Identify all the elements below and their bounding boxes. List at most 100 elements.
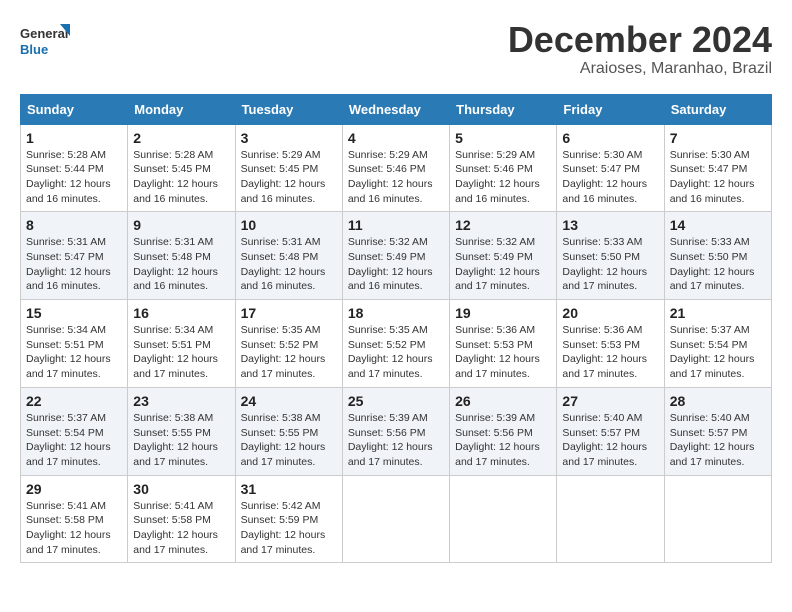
day-info: Sunrise: 5:35 AM Sunset: 5:52 PM Dayligh… <box>348 323 444 382</box>
day-number: 12 <box>455 217 551 233</box>
day-info: Sunrise: 5:39 AM Sunset: 5:56 PM Dayligh… <box>348 411 444 470</box>
day-number: 9 <box>133 217 229 233</box>
day-info: Sunrise: 5:37 AM Sunset: 5:54 PM Dayligh… <box>26 411 122 470</box>
calendar-cell: 2 Sunrise: 5:28 AM Sunset: 5:45 PM Dayli… <box>128 124 235 212</box>
calendar-cell <box>342 475 449 563</box>
calendar-cell: 18 Sunrise: 5:35 AM Sunset: 5:52 PM Dayl… <box>342 300 449 388</box>
day-info: Sunrise: 5:37 AM Sunset: 5:54 PM Dayligh… <box>670 323 766 382</box>
calendar-cell: 30 Sunrise: 5:41 AM Sunset: 5:58 PM Dayl… <box>128 475 235 563</box>
day-number: 31 <box>241 481 337 497</box>
day-number: 26 <box>455 393 551 409</box>
calendar-cell: 19 Sunrise: 5:36 AM Sunset: 5:53 PM Dayl… <box>450 300 557 388</box>
day-number: 21 <box>670 305 766 321</box>
title-block: December 2024 Araioses, Maranhao, Brazil <box>508 20 772 78</box>
day-info: Sunrise: 5:33 AM Sunset: 5:50 PM Dayligh… <box>670 235 766 294</box>
calendar-cell: 3 Sunrise: 5:29 AM Sunset: 5:45 PM Dayli… <box>235 124 342 212</box>
day-info: Sunrise: 5:32 AM Sunset: 5:49 PM Dayligh… <box>348 235 444 294</box>
calendar-cell: 9 Sunrise: 5:31 AM Sunset: 5:48 PM Dayli… <box>128 212 235 300</box>
svg-text:General: General <box>20 26 68 41</box>
day-number: 20 <box>562 305 658 321</box>
day-info: Sunrise: 5:28 AM Sunset: 5:44 PM Dayligh… <box>26 148 122 207</box>
calendar-cell: 15 Sunrise: 5:34 AM Sunset: 5:51 PM Dayl… <box>21 300 128 388</box>
calendar-cell: 10 Sunrise: 5:31 AM Sunset: 5:48 PM Dayl… <box>235 212 342 300</box>
day-number: 7 <box>670 130 766 146</box>
day-number: 8 <box>26 217 122 233</box>
logo-svg: General Blue <box>20 20 70 64</box>
calendar-cell: 17 Sunrise: 5:35 AM Sunset: 5:52 PM Dayl… <box>235 300 342 388</box>
day-number: 29 <box>26 481 122 497</box>
day-info: Sunrise: 5:34 AM Sunset: 5:51 PM Dayligh… <box>26 323 122 382</box>
day-number: 18 <box>348 305 444 321</box>
calendar-cell: 31 Sunrise: 5:42 AM Sunset: 5:59 PM Dayl… <box>235 475 342 563</box>
day-number: 14 <box>670 217 766 233</box>
calendar-cell: 21 Sunrise: 5:37 AM Sunset: 5:54 PM Dayl… <box>664 300 771 388</box>
day-number: 4 <box>348 130 444 146</box>
calendar-cell: 23 Sunrise: 5:38 AM Sunset: 5:55 PM Dayl… <box>128 387 235 475</box>
day-info: Sunrise: 5:38 AM Sunset: 5:55 PM Dayligh… <box>241 411 337 470</box>
calendar-cell: 11 Sunrise: 5:32 AM Sunset: 5:49 PM Dayl… <box>342 212 449 300</box>
day-number: 22 <box>26 393 122 409</box>
calendar-cell: 25 Sunrise: 5:39 AM Sunset: 5:56 PM Dayl… <box>342 387 449 475</box>
logo: General Blue <box>20 20 70 64</box>
day-number: 25 <box>348 393 444 409</box>
day-number: 17 <box>241 305 337 321</box>
calendar-cell: 16 Sunrise: 5:34 AM Sunset: 5:51 PM Dayl… <box>128 300 235 388</box>
calendar-cell: 8 Sunrise: 5:31 AM Sunset: 5:47 PM Dayli… <box>21 212 128 300</box>
calendar-cell: 29 Sunrise: 5:41 AM Sunset: 5:58 PM Dayl… <box>21 475 128 563</box>
day-info: Sunrise: 5:30 AM Sunset: 5:47 PM Dayligh… <box>670 148 766 207</box>
day-info: Sunrise: 5:33 AM Sunset: 5:50 PM Dayligh… <box>562 235 658 294</box>
svg-text:Blue: Blue <box>20 42 48 57</box>
day-number: 3 <box>241 130 337 146</box>
calendar-table: SundayMondayTuesdayWednesdayThursdayFrid… <box>20 94 772 564</box>
day-info: Sunrise: 5:32 AM Sunset: 5:49 PM Dayligh… <box>455 235 551 294</box>
day-number: 19 <box>455 305 551 321</box>
calendar-cell: 6 Sunrise: 5:30 AM Sunset: 5:47 PM Dayli… <box>557 124 664 212</box>
day-info: Sunrise: 5:28 AM Sunset: 5:45 PM Dayligh… <box>133 148 229 207</box>
day-info: Sunrise: 5:38 AM Sunset: 5:55 PM Dayligh… <box>133 411 229 470</box>
header-wednesday: Wednesday <box>342 94 449 124</box>
day-info: Sunrise: 5:40 AM Sunset: 5:57 PM Dayligh… <box>562 411 658 470</box>
day-number: 1 <box>26 130 122 146</box>
calendar-cell: 27 Sunrise: 5:40 AM Sunset: 5:57 PM Dayl… <box>557 387 664 475</box>
day-info: Sunrise: 5:39 AM Sunset: 5:56 PM Dayligh… <box>455 411 551 470</box>
day-number: 10 <box>241 217 337 233</box>
calendar-cell: 28 Sunrise: 5:40 AM Sunset: 5:57 PM Dayl… <box>664 387 771 475</box>
day-number: 6 <box>562 130 658 146</box>
day-info: Sunrise: 5:31 AM Sunset: 5:48 PM Dayligh… <box>241 235 337 294</box>
day-info: Sunrise: 5:29 AM Sunset: 5:46 PM Dayligh… <box>455 148 551 207</box>
day-info: Sunrise: 5:34 AM Sunset: 5:51 PM Dayligh… <box>133 323 229 382</box>
calendar-cell <box>664 475 771 563</box>
calendar-cell: 12 Sunrise: 5:32 AM Sunset: 5:49 PM Dayl… <box>450 212 557 300</box>
day-info: Sunrise: 5:29 AM Sunset: 5:45 PM Dayligh… <box>241 148 337 207</box>
week-row-1: 1 Sunrise: 5:28 AM Sunset: 5:44 PM Dayli… <box>21 124 772 212</box>
calendar-cell: 1 Sunrise: 5:28 AM Sunset: 5:44 PM Dayli… <box>21 124 128 212</box>
page-header: General Blue December 2024 Araioses, Mar… <box>20 20 772 78</box>
calendar-cell: 22 Sunrise: 5:37 AM Sunset: 5:54 PM Dayl… <box>21 387 128 475</box>
week-row-3: 15 Sunrise: 5:34 AM Sunset: 5:51 PM Dayl… <box>21 300 772 388</box>
day-number: 24 <box>241 393 337 409</box>
week-row-4: 22 Sunrise: 5:37 AM Sunset: 5:54 PM Dayl… <box>21 387 772 475</box>
calendar-header-row: SundayMondayTuesdayWednesdayThursdayFrid… <box>21 94 772 124</box>
calendar-cell: 24 Sunrise: 5:38 AM Sunset: 5:55 PM Dayl… <box>235 387 342 475</box>
calendar-cell: 7 Sunrise: 5:30 AM Sunset: 5:47 PM Dayli… <box>664 124 771 212</box>
day-info: Sunrise: 5:42 AM Sunset: 5:59 PM Dayligh… <box>241 499 337 558</box>
day-info: Sunrise: 5:41 AM Sunset: 5:58 PM Dayligh… <box>133 499 229 558</box>
calendar-cell: 5 Sunrise: 5:29 AM Sunset: 5:46 PM Dayli… <box>450 124 557 212</box>
calendar-cell: 14 Sunrise: 5:33 AM Sunset: 5:50 PM Dayl… <box>664 212 771 300</box>
header-saturday: Saturday <box>664 94 771 124</box>
calendar-cell <box>557 475 664 563</box>
calendar-cell: 26 Sunrise: 5:39 AM Sunset: 5:56 PM Dayl… <box>450 387 557 475</box>
day-number: 2 <box>133 130 229 146</box>
day-number: 5 <box>455 130 551 146</box>
header-monday: Monday <box>128 94 235 124</box>
day-info: Sunrise: 5:30 AM Sunset: 5:47 PM Dayligh… <box>562 148 658 207</box>
location-subtitle: Araioses, Maranhao, Brazil <box>508 60 772 78</box>
day-number: 23 <box>133 393 229 409</box>
header-sunday: Sunday <box>21 94 128 124</box>
day-info: Sunrise: 5:40 AM Sunset: 5:57 PM Dayligh… <box>670 411 766 470</box>
day-number: 16 <box>133 305 229 321</box>
day-info: Sunrise: 5:29 AM Sunset: 5:46 PM Dayligh… <box>348 148 444 207</box>
calendar-cell: 4 Sunrise: 5:29 AM Sunset: 5:46 PM Dayli… <box>342 124 449 212</box>
day-info: Sunrise: 5:31 AM Sunset: 5:48 PM Dayligh… <box>133 235 229 294</box>
day-number: 15 <box>26 305 122 321</box>
